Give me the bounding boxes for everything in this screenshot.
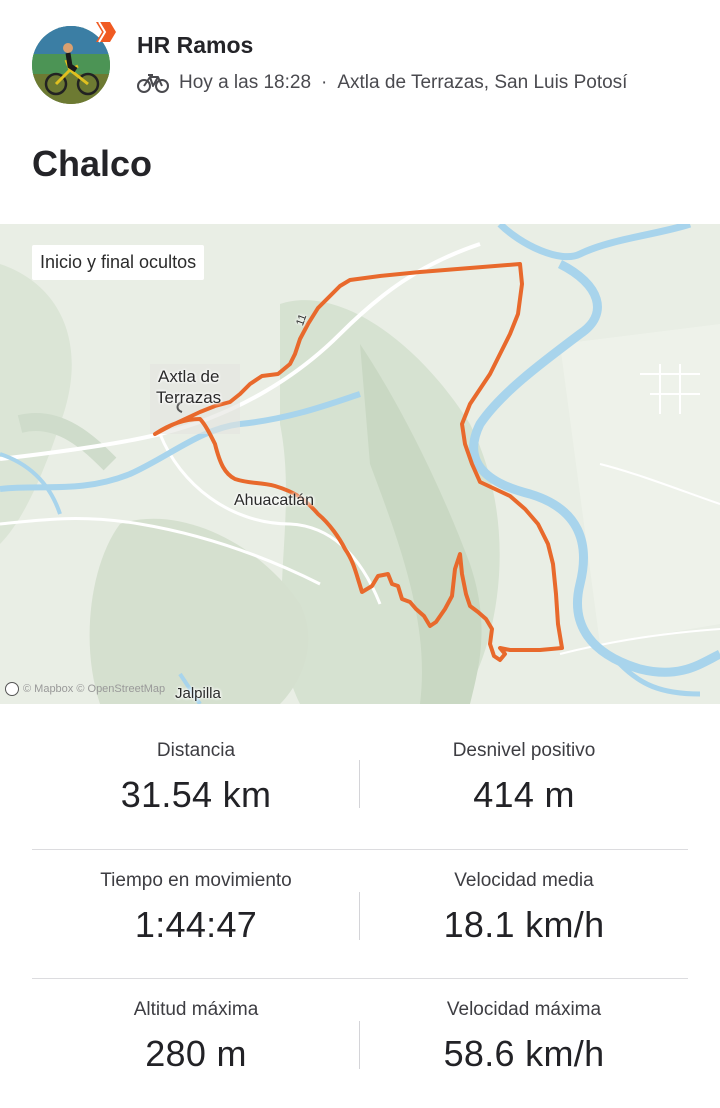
stat-value: 414 m bbox=[473, 774, 575, 815]
stat-moving-time: Tiempo en movimiento 1:44:47 bbox=[32, 850, 360, 946]
stats-row: Tiempo en movimiento 1:44:47 Velocidad m… bbox=[32, 849, 688, 979]
privacy-chip: Inicio y final ocultos bbox=[32, 245, 205, 280]
stat-value: 58.6 km/h bbox=[443, 1033, 605, 1074]
stat-value: 31.54 km bbox=[120, 774, 272, 815]
athlete-avatar[interactable] bbox=[32, 21, 116, 106]
athlete-name[interactable]: HR Ramos bbox=[137, 32, 253, 59]
strava-badge-icon bbox=[96, 21, 116, 43]
activity-header: HR Ramos Hoy a las 18:28 · Axtla de Terr… bbox=[0, 0, 720, 130]
stat-value: 18.1 km/h bbox=[443, 904, 605, 945]
stat-elevation-gain: Desnivel positivo 414 m bbox=[360, 704, 688, 816]
map-label-town: Terrazas bbox=[156, 388, 222, 407]
stat-distance: Distancia 31.54 km bbox=[32, 704, 360, 816]
stat-value: 280 m bbox=[145, 1033, 247, 1074]
activity-timestamp: Hoy a las 18:28 bbox=[179, 72, 312, 93]
stat-label: Desnivel positivo bbox=[452, 740, 596, 761]
stat-max-speed: Velocidad máxima 58.6 km/h bbox=[360, 979, 688, 1075]
stats-row: Distancia 31.54 km Desnivel positivo 414… bbox=[32, 704, 688, 833]
map-canvas bbox=[0, 224, 720, 704]
activity-meta: Hoy a las 18:28 · Axtla de Terrazas, San… bbox=[137, 72, 627, 94]
map-label-town: Jalpilla bbox=[175, 685, 221, 702]
stat-label: Tiempo en movimiento bbox=[100, 870, 292, 891]
map-label-town: Axtla de bbox=[158, 367, 220, 386]
bike-icon bbox=[137, 74, 169, 93]
stat-label: Velocidad máxima bbox=[446, 999, 602, 1020]
map-label-town: Ahuacatlán bbox=[234, 492, 315, 509]
stat-label: Velocidad media bbox=[454, 870, 594, 891]
activity-title[interactable]: Chalco bbox=[32, 143, 152, 185]
attribution-text: © Mapbox © OpenStreetMap bbox=[23, 683, 166, 695]
map-attribution[interactable]: © Mapbox © OpenStreetMap bbox=[5, 682, 165, 696]
route-map[interactable]: Inicio y final ocultos Axtla de Terrazas… bbox=[0, 224, 720, 704]
stat-avg-speed: Velocidad media 18.1 km/h bbox=[360, 850, 688, 946]
stat-max-elevation: Altitud máxima 280 m bbox=[32, 979, 360, 1075]
stat-value: 1:44:47 bbox=[134, 904, 258, 945]
stat-label: Distancia bbox=[156, 740, 236, 761]
activity-location: Axtla de Terrazas, San Luis Potosí bbox=[337, 72, 628, 93]
mapbox-logo-icon bbox=[5, 682, 19, 696]
meta-separator: · bbox=[321, 72, 328, 93]
activity-stats: Distancia 31.54 km Desnivel positivo 414… bbox=[0, 704, 720, 1084]
stats-row: Altitud máxima 280 m Velocidad máxima 58… bbox=[32, 978, 688, 1108]
stat-label: Altitud máxima bbox=[133, 999, 259, 1020]
